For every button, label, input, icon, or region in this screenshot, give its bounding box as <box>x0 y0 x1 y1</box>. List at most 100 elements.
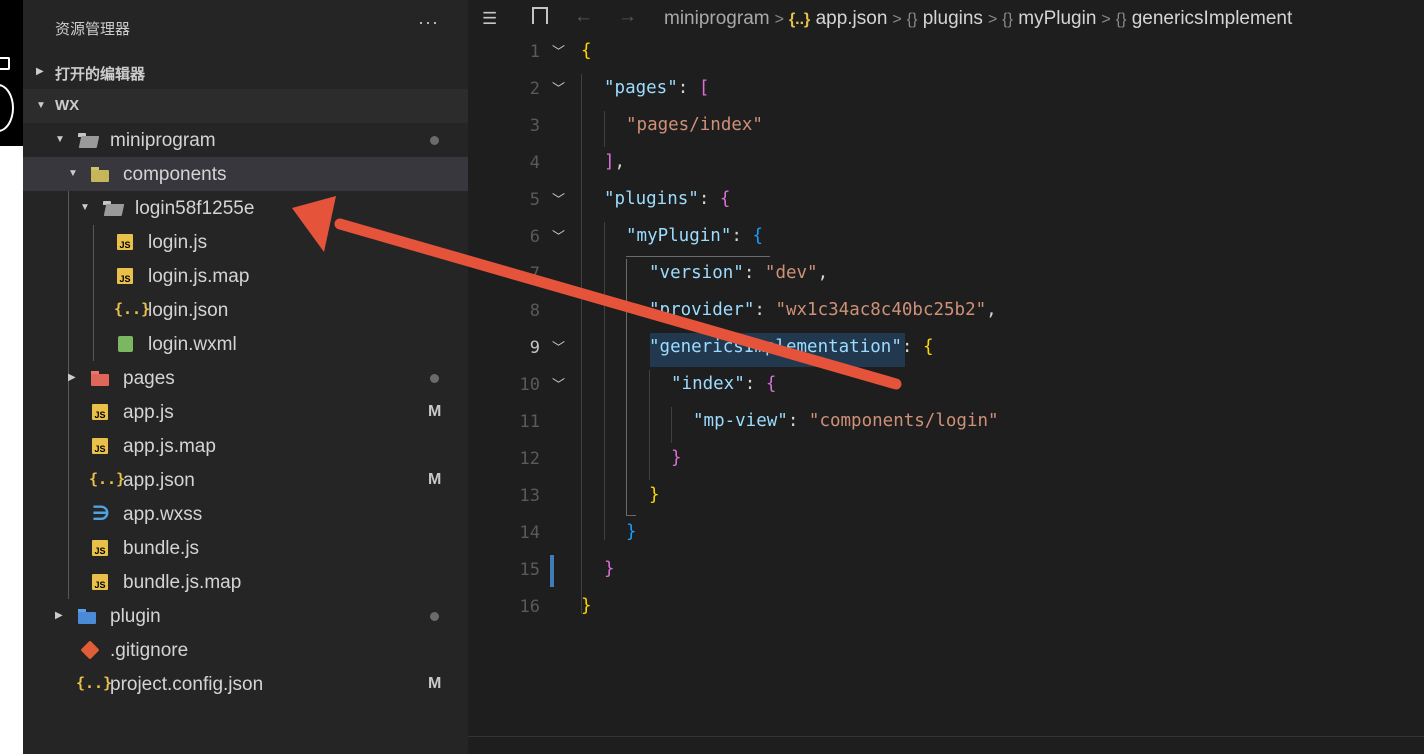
json-key: "mp-view" <box>693 411 788 431</box>
status-dot <box>430 612 439 621</box>
breadcrumb-item[interactable]: app.json <box>816 8 888 29</box>
tree-item-bundle-js[interactable]: JS bundle.js <box>23 531 468 565</box>
fold-chevron-icon[interactable]: ﹀ <box>552 41 565 60</box>
code-line[interactable]: } <box>604 559 615 579</box>
chevron-down-icon: ▼ <box>36 100 46 111</box>
breadcrumb-item[interactable]: genericsImplement <box>1132 8 1293 29</box>
plugin-folder-icon <box>78 607 96 625</box>
tree-item-app-wxss[interactable]: ∋ app.wxss <box>23 497 468 531</box>
fold-chevron-icon[interactable]: ﹀ <box>552 189 565 208</box>
chevron-down-icon: ▼ <box>80 202 90 213</box>
code-line[interactable]: "mp-view": "components/login" <box>693 411 999 431</box>
json-file-icon: {..} <box>89 470 126 488</box>
js-file-icon: JS <box>117 234 133 250</box>
fold-chevron-icon[interactable]: ﹀ <box>552 374 565 393</box>
tree-item-plugin[interactable]: ▶ plugin <box>23 599 468 633</box>
code-line[interactable]: "pages": [ <box>604 78 709 98</box>
line-number: 1 <box>529 42 540 62</box>
circle-icon[interactable] <box>0 84 14 132</box>
breadcrumb-item[interactable]: plugins <box>923 8 983 29</box>
indent-guide <box>671 407 672 443</box>
folder-open-icon <box>78 131 96 149</box>
code-line[interactable]: { <box>581 41 592 61</box>
line-number-active: 9 <box>529 338 540 358</box>
tree-item-label: app.js.map <box>123 436 216 457</box>
tree-item-project-config-json[interactable]: {..} project.config.json M <box>23 667 468 701</box>
code-line[interactable]: "index": { <box>671 374 776 394</box>
fold-chevron-icon[interactable]: ﹀ <box>552 337 565 356</box>
code-line[interactable]: ], <box>604 152 625 172</box>
code-line[interactable]: "version": "dev", <box>649 263 828 283</box>
fold-chevron-icon[interactable]: ﹀ <box>552 226 565 245</box>
code-line[interactable]: "plugins": { <box>604 189 730 209</box>
object-icon: {} <box>1002 11 1013 28</box>
object-icon: {} <box>1115 11 1127 28</box>
modified-badge: M <box>428 471 442 488</box>
tree-item-pages[interactable]: ▶ pages <box>23 361 468 395</box>
tree-item-miniprogram[interactable]: ▼ miniprogram <box>23 123 468 157</box>
code-line[interactable]: "pages/index" <box>626 115 763 135</box>
code-line[interactable]: } <box>671 448 682 468</box>
punct: , <box>817 263 829 283</box>
code-line[interactable]: } <box>626 522 637 542</box>
tree-item-login-js-map[interactable]: JS login.js.map <box>23 259 468 293</box>
breadcrumb: miniprogram > {..} app.json >{} plugins >{} … <box>664 8 1292 30</box>
fold-chevron-icon[interactable]: ﹀ <box>552 78 565 97</box>
code-line[interactable]: } <box>581 596 592 616</box>
more-actions-icon[interactable]: ··· <box>418 12 439 33</box>
modified-badge: M <box>428 403 442 420</box>
record-icon[interactable] <box>0 57 10 70</box>
tree-item-app-js-map[interactable]: JS app.js.map <box>23 429 468 463</box>
code-line[interactable]: } <box>649 485 660 505</box>
tree-item-login-json[interactable]: {..} login.json <box>23 293 468 327</box>
pages-folder-icon <box>91 369 109 387</box>
code-line[interactable]: "genericsImplementation": { <box>649 337 934 357</box>
code-line[interactable]: "myPlugin": { <box>626 226 763 246</box>
arrow-right-icon[interactable]: → <box>618 6 637 28</box>
code-editor[interactable]: ☰ ← → miniprogram > {..} app.json >{} plugi… <box>468 0 1424 754</box>
chevron-right-icon: ▶ <box>55 610 63 621</box>
line-number: 14 <box>519 523 540 543</box>
tree-item-label: login.json <box>148 300 229 321</box>
json-string: "components/login" <box>808 411 999 431</box>
tree-item-app-js[interactable]: JS app.js M <box>23 395 468 429</box>
tree-item-label: .gitignore <box>110 640 189 661</box>
tree-item-label: bundle.js <box>123 538 200 559</box>
indent-guide <box>626 515 636 516</box>
line-number: 15 <box>519 560 540 580</box>
code-line[interactable]: "provider": "wx1c34ac8c40bc25b2", <box>649 300 997 320</box>
modified-badge: M <box>428 675 442 692</box>
bracket: } <box>604 559 615 579</box>
line-number: 12 <box>519 449 540 469</box>
tree-item-login-js[interactable]: JS login.js <box>23 225 468 259</box>
tree-item-login-wxml[interactable]: login.wxml <box>23 327 468 361</box>
breadcrumb-item[interactable]: myPlugin <box>1018 8 1096 29</box>
bookmark-icon[interactable] <box>532 7 548 24</box>
tree-item-bundle-js-map[interactable]: JS bundle.js.map <box>23 565 468 599</box>
json-key: "version" <box>649 263 744 283</box>
tree-item-login58f1255e[interactable]: ▼ login58f1255e <box>23 191 468 225</box>
explorer-sidebar: 资源管理器 ··· ▶ 打开的编辑器 ▼ WX ▼ miniprogram ▼ … <box>23 0 468 754</box>
json-file-icon: {..} <box>114 300 151 318</box>
bracket: } <box>626 522 637 542</box>
status-dot <box>430 136 439 145</box>
git-file-icon <box>80 640 100 660</box>
line-number: 8 <box>529 301 540 321</box>
activity-bar <box>0 0 23 754</box>
arrow-left-icon[interactable]: ← <box>574 6 593 28</box>
tree-item-app-json[interactable]: {..} app.json M <box>23 463 468 497</box>
chevron-right-icon: ▶ <box>36 66 44 77</box>
json-file-icon: {..} <box>76 674 113 692</box>
tree-item-gitignore[interactable]: .gitignore <box>23 633 468 667</box>
tree-item-components[interactable]: ▼ components <box>23 157 468 191</box>
punct: : <box>698 189 720 209</box>
list-icon[interactable]: ☰ <box>482 9 497 29</box>
line-number: 13 <box>519 486 540 506</box>
line-number: 11 <box>519 412 540 432</box>
breadcrumb-item[interactable]: miniprogram <box>664 8 770 29</box>
chevron-right-icon: > <box>1101 11 1111 28</box>
json-key: "genericsImplementation" <box>649 337 902 357</box>
indent-guide <box>604 111 605 147</box>
section-workspace[interactable]: ▼ WX <box>23 89 468 123</box>
section-open-editors[interactable]: ▶ 打开的编辑器 <box>23 55 468 89</box>
